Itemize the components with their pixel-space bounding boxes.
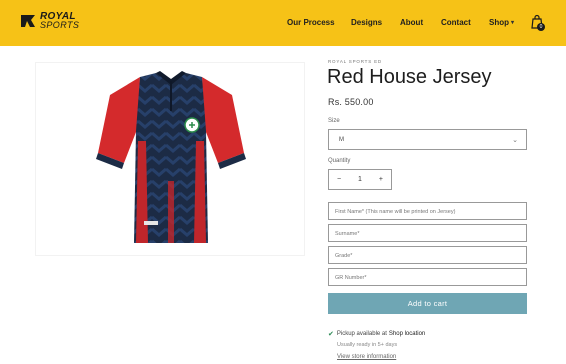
- nav-our-process[interactable]: Our Process: [287, 18, 335, 27]
- jersey-image: [96, 71, 246, 243]
- product-image[interactable]: [35, 62, 305, 256]
- view-store-information-link[interactable]: View store information: [337, 354, 396, 360]
- nav-shop[interactable]: Shop ▾: [489, 18, 514, 27]
- grade-field[interactable]: Grade*: [328, 246, 527, 264]
- cart-count-badge: 0: [537, 23, 545, 31]
- site-header: ROYAL SPORTS Our Process Designs About C…: [0, 0, 566, 46]
- quantity-stepper: − 1 +: [328, 169, 392, 190]
- pickup-ready-time: Usually ready in 5+ days: [337, 342, 398, 348]
- pickup-availability: ✔ Pickup available at Shop location: [328, 330, 425, 338]
- pickup-location: Shop location: [388, 331, 426, 337]
- quantity-label: Quantity: [328, 158, 351, 164]
- checkmark-icon: ✔: [328, 331, 334, 338]
- size-select[interactable]: M ⌄: [328, 129, 527, 150]
- nav-designs[interactable]: Designs: [351, 18, 382, 27]
- product-price: Rs. 550.00: [328, 97, 374, 107]
- add-to-cart-button[interactable]: Add to cart: [328, 293, 527, 314]
- surname-field[interactable]: Surname*: [328, 224, 527, 242]
- quantity-increase-button[interactable]: +: [379, 176, 383, 183]
- first-name-field[interactable]: First Name* (This name will be printed o…: [328, 202, 527, 220]
- nav-about[interactable]: About: [400, 18, 423, 27]
- main-nav: Our Process Designs About Contact Shop ▾: [0, 18, 566, 30]
- nav-shop-label: Shop: [489, 18, 509, 27]
- quantity-decrease-button[interactable]: −: [337, 176, 341, 183]
- product-title: Red House Jersey: [327, 66, 492, 88]
- gr-number-field[interactable]: GR Number*: [328, 268, 527, 286]
- product-vendor: ROYAL SPORTS ED: [328, 59, 382, 64]
- size-label: Size: [328, 118, 340, 124]
- nav-contact[interactable]: Contact: [441, 18, 471, 27]
- chevron-down-icon: ▾: [511, 20, 515, 26]
- quantity-value[interactable]: 1: [358, 176, 362, 183]
- chevron-down-icon: ⌄: [512, 137, 518, 144]
- pickup-text: Pickup available at: [336, 331, 387, 337]
- size-selected-value: M: [339, 137, 344, 143]
